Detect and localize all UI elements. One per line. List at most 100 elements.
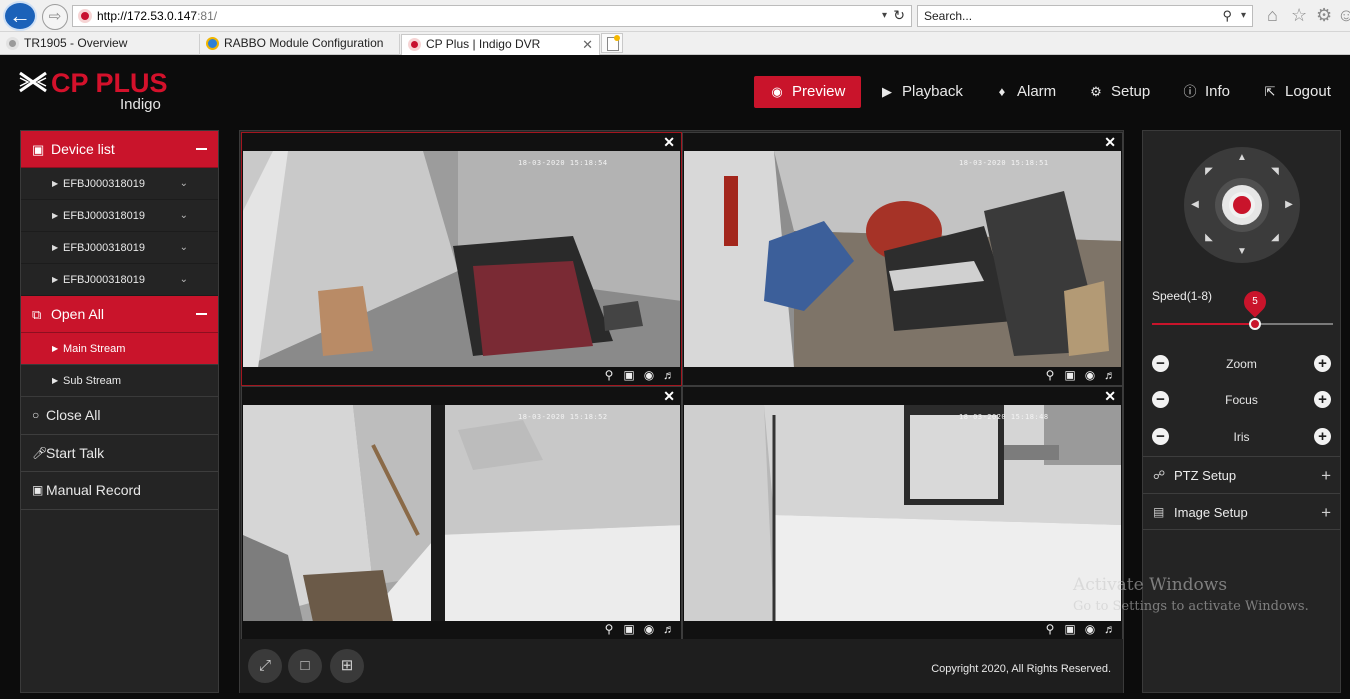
sub-stream-option[interactable]: ▶ Sub Stream (21, 365, 218, 397)
stream-label: Sub Stream (63, 375, 122, 387)
ptz-direction-pad[interactable]: ▲ ▼ ◀ ▶ ◤ ◥ ◣ ◢ (1184, 147, 1300, 263)
nav-playback-button[interactable]: ▶ Playback (878, 76, 963, 108)
refresh-icon[interactable]: ↻ (893, 5, 905, 25)
device-item[interactable]: ▶ EFBJ000318019 ⌄ (21, 232, 218, 264)
pan-up-right-icon[interactable]: ◥ (1269, 166, 1281, 178)
tab-close-icon[interactable]: ✕ (582, 35, 593, 54)
cpplus-favicon-icon (408, 38, 421, 51)
favorites-star-icon[interactable]: ☆ (1291, 5, 1307, 25)
record-icon[interactable]: ▣ (1062, 622, 1078, 637)
expand-plus-icon[interactable]: + (1321, 457, 1331, 494)
zoom-icon[interactable]: ⚲ (1042, 368, 1058, 383)
smiley-feedback-icon[interactable]: ☺ (1337, 5, 1350, 25)
chevron-down-icon[interactable]: ⌄ (180, 264, 188, 296)
chevron-down-icon[interactable]: ⌄ (180, 200, 188, 232)
expand-plus-icon[interactable]: + (1321, 494, 1331, 531)
focus-minus-icon[interactable]: − (1152, 391, 1169, 408)
nav-info-button[interactable]: ⓘ Info (1181, 76, 1230, 108)
collapse-minus-icon[interactable] (196, 313, 207, 315)
focus-control: − Focus + (1143, 382, 1340, 418)
start-talk-button[interactable]: 🎤︎ Start Talk (21, 435, 218, 472)
record-icon[interactable]: ▣ (621, 622, 637, 637)
pan-left-icon[interactable]: ◀ (1189, 199, 1201, 211)
nav-setup-button[interactable]: ⚙ Setup (1087, 76, 1150, 108)
image-setup-section[interactable]: ▤ Image Setup + (1143, 493, 1340, 530)
quad-view-icon[interactable]: ⊞ (330, 649, 364, 683)
copyright-text: Copyright 2020, All Rights Reserved. (931, 663, 1111, 675)
pan-up-icon[interactable]: ▲ (1236, 152, 1248, 164)
address-dropdown-icon[interactable]: ▾ (882, 6, 887, 26)
video-cell-1[interactable]: ✕ 18-03-2020 15:18:54 ⚲ ▣ ◉ ♬ (241, 132, 682, 386)
expand-triangle-icon: ▶ (52, 243, 59, 252)
chevron-down-icon[interactable]: ⌄ (180, 232, 188, 264)
chevron-down-icon[interactable]: ⌄ (180, 168, 188, 200)
fullscreen-icon[interactable]: ⤢ (248, 649, 282, 683)
audio-speaker-icon[interactable]: ♬ (1102, 368, 1118, 383)
zoom-icon[interactable]: ⚲ (1042, 622, 1058, 637)
speed-slider-handle[interactable] (1249, 318, 1261, 330)
record-icon[interactable]: ▣ (621, 368, 637, 383)
close-icon[interactable]: ✕ (1104, 387, 1116, 405)
zoom-icon[interactable]: ⚲ (601, 368, 617, 383)
close-all-button[interactable]: ○ Close All (21, 397, 218, 435)
snapshot-camera-icon[interactable]: ◉ (641, 622, 657, 637)
audio-speaker-icon[interactable]: ♬ (661, 368, 677, 383)
iris-plus-icon[interactable]: + (1314, 428, 1331, 445)
search-input[interactable]: Search... ⚲ ▾ (917, 5, 1253, 27)
video-cell-4[interactable]: ✕ 18-03-2020 15:18:48 ⚲ ▣ ◉ ♬ (682, 386, 1123, 640)
focus-plus-icon[interactable]: + (1314, 391, 1331, 408)
speed-slider[interactable] (1152, 318, 1333, 330)
device-item[interactable]: ▶ EFBJ000318019 ⌄ (21, 264, 218, 296)
new-tab-button[interactable] (601, 33, 623, 53)
address-bar[interactable]: http://172.53.0.147:81/ ▾ ↻ (72, 5, 912, 27)
video-cell-3[interactable]: ✕ 18-03-2020 15:18:52 ⚲ ▣ ◉ ♬ (241, 386, 682, 640)
nav-preview-button[interactable]: ◉ Preview (754, 76, 862, 108)
audio-speaker-icon[interactable]: ♬ (661, 622, 677, 637)
nav-logout-button[interactable]: ⇱ Logout (1261, 76, 1331, 108)
audio-speaker-icon[interactable]: ♬ (1102, 622, 1118, 637)
browser-toolbar: ← ⇨ http://172.53.0.147:81/ ▾ ↻ Search..… (0, 0, 1350, 32)
device-item[interactable]: ▶ EFBJ000318019 ⌄ (21, 168, 218, 200)
browser-tab-cpplus[interactable]: CP Plus | Indigo DVR ✕ (401, 34, 600, 55)
snapshot-camera-icon[interactable]: ◉ (641, 368, 657, 383)
nav-label: Setup (1111, 83, 1151, 100)
nav-alarm-button[interactable]: ♦ Alarm (993, 76, 1057, 108)
back-arrow-icon[interactable]: ← (3, 1, 37, 31)
pan-down-icon[interactable]: ▼ (1236, 246, 1248, 258)
iris-minus-icon[interactable]: − (1152, 428, 1169, 445)
collapse-minus-icon[interactable] (196, 148, 207, 150)
device-list-header[interactable]: ▣ Device list (21, 131, 218, 168)
settings-gear-icon[interactable]: ⚙ (1316, 5, 1332, 25)
close-icon[interactable]: ✕ (663, 387, 675, 405)
nav-label: Alarm (1017, 83, 1057, 100)
zoom-icon[interactable]: ⚲ (601, 622, 617, 637)
pan-down-left-icon[interactable]: ◣ (1203, 232, 1215, 244)
ptz-center-button[interactable] (1215, 178, 1269, 232)
record-icon[interactable]: ▣ (1062, 368, 1078, 383)
home-icon[interactable]: ⌂ (1267, 5, 1278, 25)
open-all-header[interactable]: ⧉ Open All (21, 296, 218, 333)
close-icon[interactable]: ✕ (663, 133, 675, 151)
pan-up-left-icon[interactable]: ◤ (1203, 166, 1215, 178)
zoom-in-plus-icon[interactable]: + (1314, 355, 1331, 372)
close-icon[interactable]: ✕ (1104, 133, 1116, 151)
video-cell-2[interactable]: ✕ 18-03-2020 15:18:51 ⚲ ▣ ◉ ♬ (682, 132, 1123, 386)
zoom-out-minus-icon[interactable]: − (1152, 355, 1169, 372)
ptz-setup-section[interactable]: ☍ PTZ Setup + (1143, 456, 1340, 493)
timestamp-overlay: 18-03-2020 15:18:48 (959, 413, 1049, 421)
search-dropdown-icon[interactable]: ▾ (1241, 6, 1246, 26)
pan-down-right-icon[interactable]: ◢ (1269, 232, 1281, 244)
single-view-icon[interactable]: □ (288, 649, 322, 683)
pan-right-icon[interactable]: ▶ (1283, 199, 1295, 211)
manual-record-button[interactable]: ▣ Manual Record (21, 472, 218, 510)
main-stream-option[interactable]: ▶ Main Stream (21, 333, 218, 365)
browser-tab-rabbo[interactable]: RABBO Module Configuration (200, 34, 400, 55)
forward-arrow-icon[interactable]: ⇨ (42, 4, 68, 30)
browser-tab-strip: TR1905 - Overview RABBO Module Configura… (0, 32, 1350, 55)
snapshot-camera-icon[interactable]: ◉ (1082, 622, 1098, 637)
search-icon[interactable]: ⚲ (1222, 6, 1232, 26)
browser-tab-overview[interactable]: TR1905 - Overview (0, 34, 200, 55)
device-item[interactable]: ▶ EFBJ000318019 ⌄ (21, 200, 218, 232)
snapshot-camera-icon[interactable]: ◉ (1082, 368, 1098, 383)
timestamp-overlay: 18-03-2020 15:18:52 (518, 413, 608, 421)
